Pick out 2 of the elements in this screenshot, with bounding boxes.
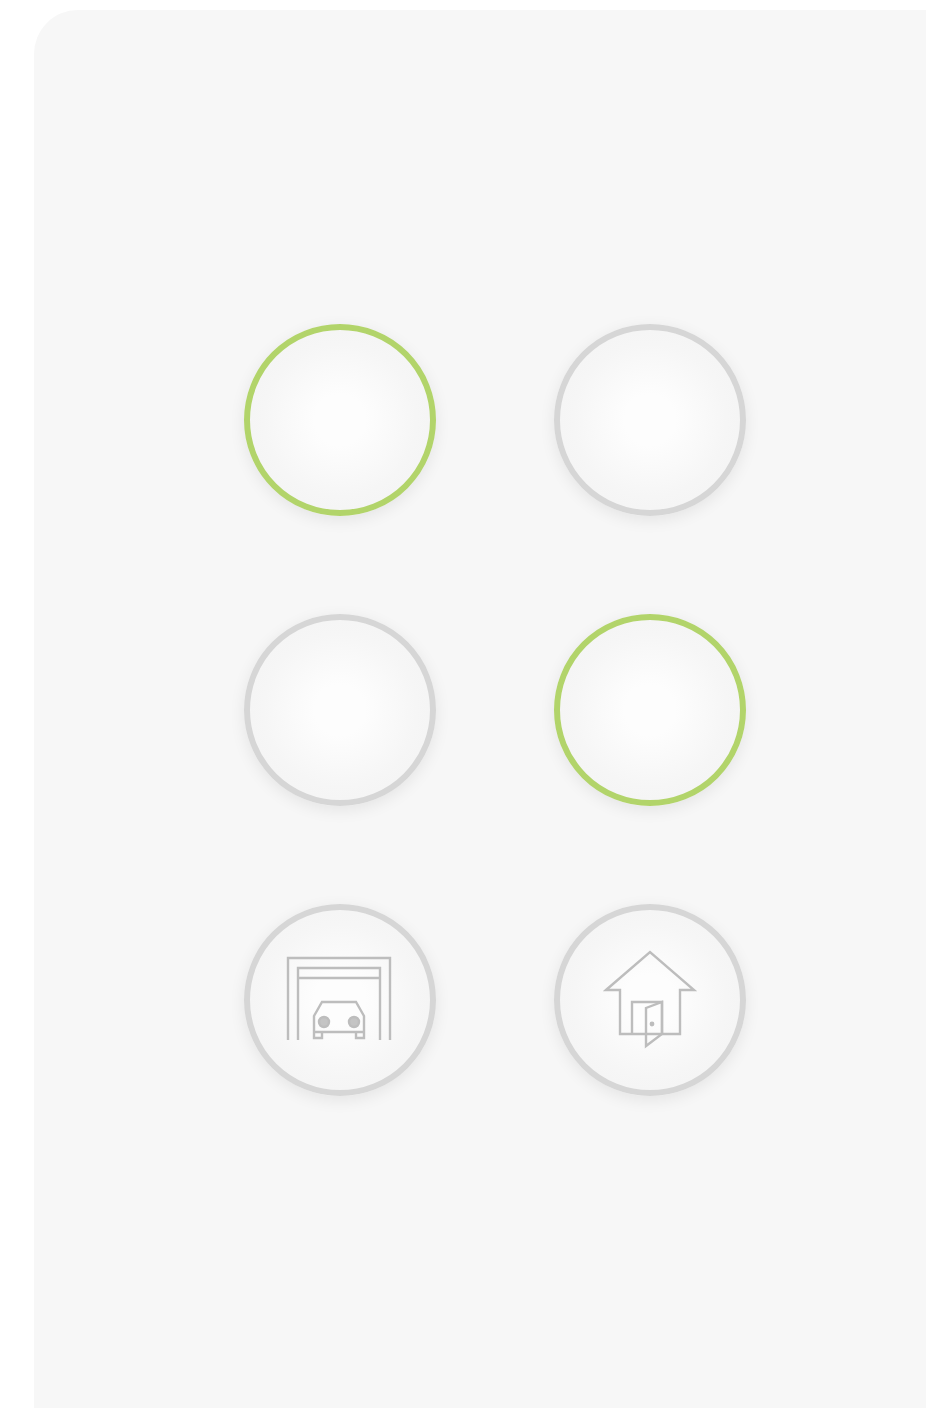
house-door-icon <box>602 950 698 1050</box>
garage-car-icon <box>286 956 394 1044</box>
